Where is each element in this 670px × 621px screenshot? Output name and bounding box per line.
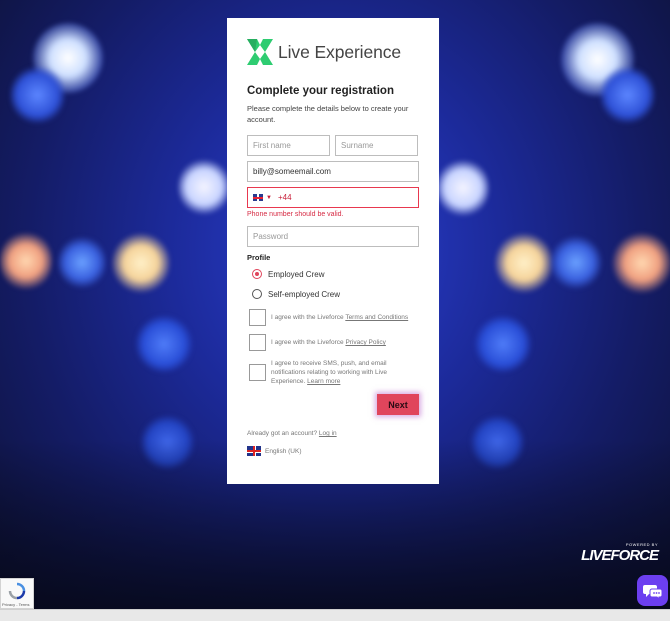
- privacy-link[interactable]: Privacy Policy: [345, 339, 385, 346]
- email-field[interactable]: billy@someemail.com: [247, 161, 419, 182]
- profile-option-label: Self-employed Crew: [268, 289, 341, 299]
- phone-error-message: Phone number should be valid.: [247, 211, 344, 218]
- browser-bottom-bar: [0, 609, 670, 621]
- profile-option-employed[interactable]: Employed Crew: [252, 269, 419, 279]
- liveforce-logo: POWERED BY LIVEFORCE: [581, 542, 659, 564]
- uk-flag-icon[interactable]: [253, 194, 263, 201]
- country-dropdown-icon[interactable]: ▼: [266, 195, 272, 201]
- liveforce-wordmark: LIVEFORCE: [581, 547, 659, 564]
- login-link[interactable]: Log in: [319, 430, 337, 437]
- recaptcha-badge[interactable]: Privacy - Terms: [0, 578, 34, 609]
- page-subtitle: Please complete the details below to cre…: [247, 104, 409, 124]
- profile-option-self-employed[interactable]: Self-employed Crew: [252, 289, 419, 299]
- privacy-checkbox[interactable]: [249, 334, 266, 351]
- phone-field[interactable]: ▼ +44: [247, 187, 419, 208]
- recaptcha-label[interactable]: Privacy - Terms: [2, 602, 29, 607]
- notifications-agreement: I agree to receive SMS, push, and email …: [249, 359, 419, 386]
- password-field[interactable]: Password: [247, 226, 419, 247]
- terms-checkbox[interactable]: [249, 309, 266, 326]
- surname-field[interactable]: Surname: [335, 135, 418, 156]
- terms-text: I agree with the Liveforce: [271, 314, 346, 321]
- next-button[interactable]: Next: [377, 394, 419, 415]
- learn-more-link[interactable]: Learn more: [307, 378, 340, 385]
- page-title: Complete your registration: [247, 85, 394, 97]
- chat-button[interactable]: [637, 575, 668, 606]
- language-selector[interactable]: English (UK): [247, 446, 419, 456]
- radio-selected-icon[interactable]: [252, 269, 262, 279]
- terms-link[interactable]: Terms and Conditions: [345, 314, 408, 321]
- privacy-text: I agree with the Liveforce: [271, 339, 346, 346]
- profile-option-label: Employed Crew: [268, 269, 325, 279]
- phone-dial-code: +44: [277, 193, 292, 202]
- privacy-agreement: I agree with the Liveforce Privacy Polic…: [249, 334, 419, 351]
- brand-logo: Live Experience: [247, 39, 419, 65]
- login-prompt: Already got an account? Log in: [247, 430, 419, 437]
- radio-unselected-icon[interactable]: [252, 289, 262, 299]
- first-name-field[interactable]: First name: [247, 135, 330, 156]
- live-experience-logo-icon: [247, 39, 273, 65]
- brand-name: Live Experience: [278, 41, 402, 62]
- terms-agreement: I agree with the Liveforce Terms and Con…: [249, 309, 419, 326]
- registration-card: Live Experience Complete your registrati…: [227, 18, 439, 484]
- notifications-checkbox[interactable]: [249, 364, 266, 381]
- profile-label: Profile: [247, 253, 271, 262]
- login-prompt-text: Already got an account?: [247, 430, 319, 437]
- uk-flag-icon: [247, 446, 261, 456]
- recaptcha-icon: [8, 582, 26, 600]
- language-label: English (UK): [265, 447, 302, 455]
- chat-icon: [642, 584, 662, 600]
